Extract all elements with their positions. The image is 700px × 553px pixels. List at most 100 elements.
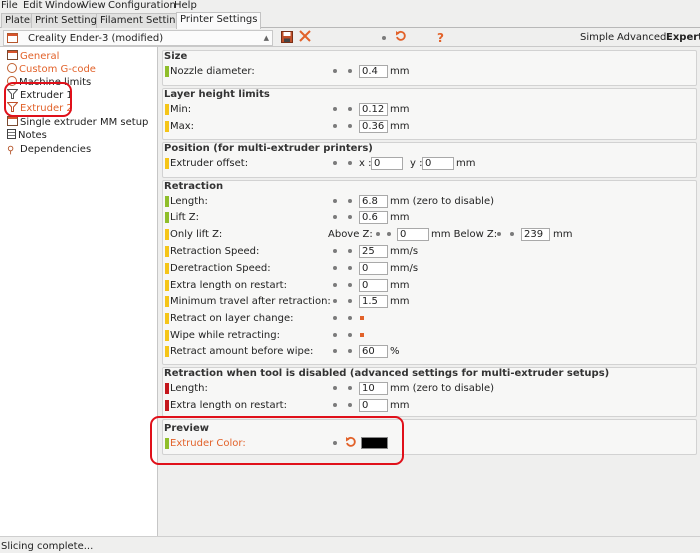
notes-icon	[7, 129, 16, 139]
sidebar-item-custom-gcode[interactable]: Custom G-code	[7, 63, 96, 76]
menu-window[interactable]: Window	[45, 0, 84, 12]
menu-bar: File Edit Window View Configuration Help	[0, 0, 700, 12]
annotation-extruders-highlight	[4, 82, 72, 117]
deretraction-speed-input[interactable]: 0	[359, 262, 388, 275]
lock-dot-icon	[333, 199, 337, 203]
menu-view[interactable]: View	[82, 0, 106, 12]
status-bar: Slicing complete...	[0, 536, 700, 553]
retract-length-unit: mm (zero to disable)	[390, 196, 495, 207]
mode-simple[interactable]: Simple	[580, 32, 614, 44]
toolchange-extra-input[interactable]: 0	[359, 399, 388, 412]
undo-to-system-button[interactable]	[395, 30, 407, 46]
offset-x-label: x :	[359, 158, 372, 169]
below-z-label: mm Below Z:	[431, 229, 498, 240]
retraction-speed-input[interactable]: 25	[359, 245, 388, 258]
system-value-dot-icon	[382, 36, 386, 40]
tab-print-settings[interactable]: Print Settings	[31, 13, 107, 28]
sidebar-item-general[interactable]: General	[7, 50, 59, 63]
undo-dot-icon	[510, 232, 514, 236]
toolchange-extra-unit: mm	[390, 400, 410, 411]
wipe-retracting-label: Wipe while retracting:	[170, 330, 280, 341]
offset-unit: mm	[456, 158, 476, 169]
group-title-size: Size	[164, 51, 188, 62]
max-layer-height-input[interactable]: 0.36	[359, 120, 388, 133]
extra-length-restart-label: Extra length on restart:	[170, 280, 287, 291]
menu-help[interactable]: Help	[174, 0, 197, 12]
undo-dot-icon	[348, 161, 352, 165]
lock-dot-icon	[333, 69, 337, 73]
above-z-input[interactable]: 0	[397, 228, 429, 241]
offset-x-input[interactable]: 0	[371, 157, 403, 170]
save-preset-button[interactable]	[281, 31, 293, 47]
lock-dot-icon	[333, 349, 337, 353]
annotation-preview-highlight	[150, 416, 404, 465]
min-travel-unit: mm	[390, 296, 410, 307]
lock-dot-icon	[333, 386, 337, 390]
lift-z-input[interactable]: 0.6	[359, 211, 388, 224]
question-mark-icon[interactable]: ?	[437, 30, 444, 46]
modified-value-marker	[165, 158, 169, 169]
lock-dot-icon	[333, 266, 337, 270]
undo-dot-icon	[348, 107, 352, 111]
below-z-input[interactable]: 239	[521, 228, 550, 241]
sidebar-item-notes[interactable]: Notes	[7, 129, 47, 142]
group-title-layer-height: Layer height limits	[164, 89, 270, 100]
menu-edit[interactable]: Edit	[23, 0, 42, 12]
lock-dot-icon	[497, 232, 501, 236]
modified-value-marker	[165, 246, 169, 257]
min-travel-input[interactable]: 1.5	[359, 295, 388, 308]
toolchange-extra-label: Extra length on restart:	[170, 400, 287, 411]
modified-value-marker	[165, 346, 169, 357]
system-value-marker	[165, 66, 169, 77]
extra-length-restart-input[interactable]: 0	[359, 279, 388, 292]
default-value-marker	[165, 400, 169, 411]
nozzle-diameter-unit: mm	[390, 66, 410, 77]
lock-dot-icon	[333, 403, 337, 407]
tab-printer-settings[interactable]: Printer Settings	[176, 12, 262, 29]
modified-value-marker	[165, 229, 169, 240]
delete-preset-button[interactable]	[299, 30, 311, 46]
lock-dot-icon	[333, 316, 337, 320]
retract-before-wipe-unit: %	[390, 346, 400, 357]
undo-dot-icon	[387, 232, 391, 236]
extruder-offset-label: Extruder offset:	[170, 158, 249, 169]
main-tabs: Plater Print Settings Filament Settings …	[0, 12, 700, 29]
menu-file[interactable]: File	[1, 0, 18, 12]
retract-before-wipe-input[interactable]: 60	[359, 345, 388, 358]
sidebar-item-label: Single extruder MM setup	[20, 117, 149, 128]
mode-expert[interactable]: Expert	[666, 32, 700, 44]
offset-y-input[interactable]: 0	[422, 157, 454, 170]
deretraction-speed-label: Deretraction Speed:	[170, 263, 271, 274]
undo-dot-icon	[348, 403, 352, 407]
retract-length-input[interactable]: 6.8	[359, 195, 388, 208]
menu-configuration[interactable]: Configuration	[108, 0, 176, 12]
max-layer-height-label: Max:	[170, 121, 195, 132]
undo-dot-icon	[348, 249, 352, 253]
mode-advanced[interactable]: Advanced	[617, 32, 666, 44]
extra-length-restart-unit: mm	[390, 280, 410, 291]
preset-name: Creality Ender-3 (modified)	[28, 33, 164, 44]
sidebar-item-dependencies[interactable]: ⚲ Dependencies	[7, 143, 91, 156]
undo-arrow-icon	[396, 30, 406, 41]
sidebar-item-label: Custom G-code	[19, 64, 96, 75]
retract-layer-change-checkbox[interactable]	[360, 316, 364, 320]
toolchange-length-label: Length:	[170, 383, 208, 394]
max-layer-height-unit: mm	[390, 121, 410, 132]
modified-value-marker	[165, 296, 169, 307]
wipe-retracting-checkbox[interactable]	[360, 333, 364, 337]
undo-dot-icon	[348, 349, 352, 353]
toolchange-length-input[interactable]: 10	[359, 382, 388, 395]
printer-window-icon	[7, 50, 18, 60]
min-layer-height-input[interactable]: 0.12	[359, 103, 388, 116]
above-z-label: Above Z:	[328, 229, 373, 240]
undo-dot-icon	[348, 299, 352, 303]
undo-dot-icon	[348, 215, 352, 219]
nozzle-diameter-label: Nozzle diameter:	[170, 66, 255, 77]
nozzle-diameter-input[interactable]: 0.4	[359, 65, 388, 78]
undo-dot-icon	[348, 316, 352, 320]
retraction-speed-unit: mm/s	[390, 246, 419, 257]
retract-before-wipe-label: Retract amount before wipe:	[170, 346, 314, 357]
sidebar-item-single-extruder-mm-setup[interactable]: Single extruder MM setup	[7, 116, 148, 129]
printer-preset-select[interactable]: Creality Ender-3 (modified) ▲	[3, 30, 273, 46]
group-title-toolchange: Retraction when tool is disabled (advanc…	[164, 368, 610, 379]
